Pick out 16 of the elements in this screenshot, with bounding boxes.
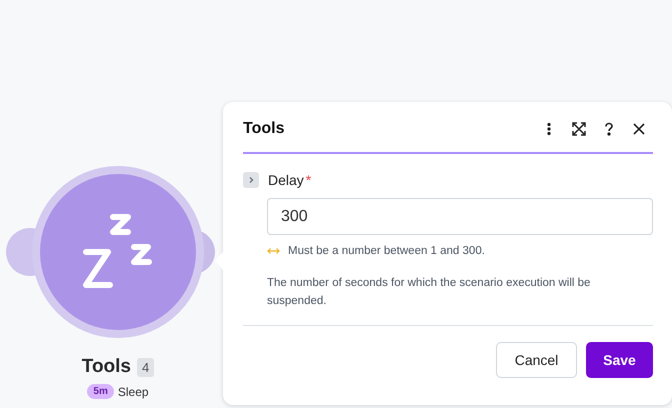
module-count: 4 [137, 358, 154, 376]
module-node-drawing[interactable] [6, 166, 215, 338]
required-icon: * [306, 172, 312, 188]
save-button[interactable]: Save [586, 342, 653, 378]
operation-label: Sleep [118, 384, 149, 398]
field-hint: Must be a number between 1 and 300. [288, 245, 485, 257]
interval-tag: 5m [87, 384, 114, 399]
field-label: Delay [268, 172, 304, 188]
chevron-icon[interactable] [243, 172, 259, 188]
delay-input[interactable]: 300 [267, 198, 653, 235]
cancel-button[interactable]: Cancel [496, 342, 577, 378]
sleep-icon [83, 214, 152, 288]
module-name: Tools [82, 356, 132, 378]
panel-title: Tools [243, 120, 284, 138]
arrows-icon [267, 247, 280, 255]
field-description: The number of seconds for which the scenario execution will be suspended. [267, 276, 592, 309]
